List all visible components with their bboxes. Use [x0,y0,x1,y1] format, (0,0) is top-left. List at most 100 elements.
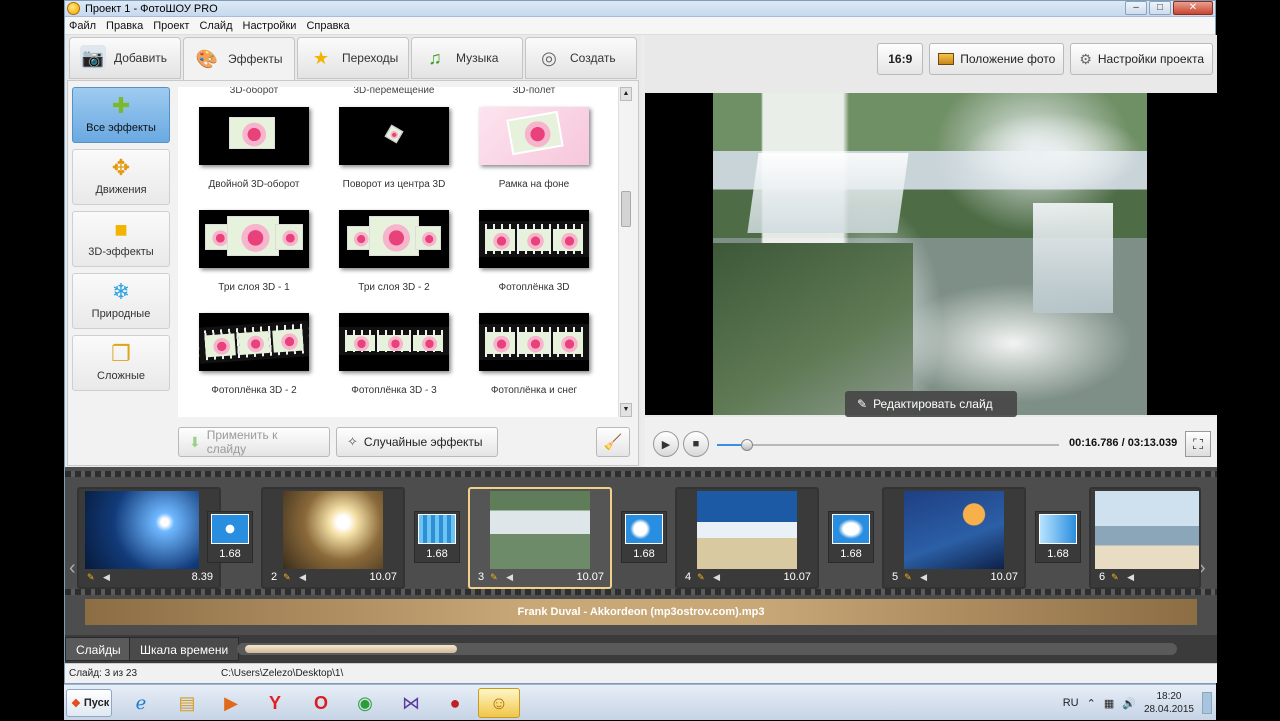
volume-icon[interactable]: 🔊 [1122,697,1136,710]
chevron-left-icon[interactable]: ‹ [69,557,76,580]
speaker-icon[interactable]: ◀ [299,572,309,582]
category-complex[interactable]: ❐ Сложные [72,335,170,391]
random-effects-button[interactable]: ✧ Случайные эффекты [336,427,498,457]
fullscreen-icon: ⛶ [1193,436,1203,452]
preview-toolbar: 16:9 Положение фото ⚙ Настройки проекта [877,43,1213,75]
speaker-icon[interactable]: ◀ [103,572,113,582]
yandex-browser-icon[interactable]: Y [254,688,296,718]
speaker-icon[interactable]: ◀ [920,572,930,582]
playback-knob[interactable] [740,439,753,451]
speaker-icon[interactable]: ◀ [506,572,516,582]
media-player-icon[interactable]: ▶ [210,688,252,718]
photo-position-button[interactable]: Положение фото [929,43,1065,75]
pencil-icon[interactable]: ✎ [87,572,97,582]
transition-thumb[interactable]: 1.68 [207,511,253,563]
menu-help[interactable]: Справка [306,20,349,32]
slide-thumb[interactable]: 2 ✎ ◀ 10.07 [261,487,405,589]
play-button[interactable]: ▶ [653,431,679,457]
scroll-up-icon[interactable]: ▲ [620,87,632,101]
slide-thumb[interactable]: 4 ✎ ◀ 10.07 [675,487,819,589]
maximize-button[interactable]: □ [1149,1,1171,15]
scroll-down-icon[interactable]: ▼ [620,403,632,417]
audio-track[interactable]: Frank Duval - Akkordeon (mp3ostrov.com).… [85,599,1197,625]
slide-thumb[interactable]: 5 ✎ ◀ 10.07 [882,487,1026,589]
language-indicator[interactable]: RU [1063,697,1079,709]
transition-thumb[interactable]: 1.68 [414,511,460,563]
effect-item[interactable]: Фотоплёнка и снег [464,313,604,413]
transition-thumb[interactable]: 1.68 [621,511,667,563]
tab-transitions[interactable]: ★ Переходы [297,37,409,79]
category-3d-effects[interactable]: ■ 3D-эффекты [72,211,170,267]
visual-studio-icon[interactable]: ⋈ [390,688,432,718]
minimize-button[interactable]: – [1125,1,1147,15]
file-explorer-icon[interactable]: ▤ [166,688,208,718]
effect-item[interactable]: Двойной 3D-оборот [184,107,324,207]
close-button[interactable]: ✕ [1173,1,1213,15]
speaker-icon[interactable]: ◀ [1127,572,1137,582]
speaker-icon[interactable]: ◀ [713,572,723,582]
playback-progress[interactable] [717,444,1059,446]
chrome-icon[interactable]: ◉ [344,688,386,718]
tab-slides[interactable]: Слайды [65,637,132,661]
recorder-icon[interactable]: ● [434,688,476,718]
clear-effects-button[interactable]: 🧹 [596,427,630,457]
tab-effects[interactable]: 🎨 Эффекты [183,37,295,81]
play-icon: ▶ [661,438,671,451]
transition-thumb[interactable]: 1.68 [828,511,874,563]
scroll-thumb[interactable] [245,645,457,653]
menu-project[interactable]: Проект [153,20,189,32]
puzzle-icon: ✚ [111,93,131,118]
tab-add[interactable]: 📷 Добавить [69,37,181,79]
tab-create[interactable]: ◎ Создать [525,37,637,79]
menu-file[interactable]: Файл [69,20,96,32]
effect-label-cutoff: 3D-оборот [229,87,279,96]
effect-item[interactable]: Фотоплёнка 3D - 3 [324,313,464,413]
menu-slide[interactable]: Слайд [199,20,232,32]
apply-label: Применить к слайду [206,428,278,456]
clock[interactable]: 18:20 28.04.2015 [1144,690,1194,716]
effect-item[interactable]: Фотоплёнка 3D - 2 [184,313,324,413]
slide-thumb[interactable]: 6 ✎ ◀ [1089,487,1201,589]
tray-expand-icon[interactable]: ⌃ [1087,697,1096,710]
category-label: 3D-эффекты [88,246,154,258]
effect-thumbnail [199,313,309,371]
effect-item[interactable]: Поворот из центра 3D [324,107,464,207]
layers-icon: ❐ [111,341,131,366]
effect-item[interactable]: Фотоплёнка 3D [464,210,604,310]
effect-item[interactable]: Три слоя 3D - 1 [184,210,324,310]
pencil-icon[interactable]: ✎ [490,572,500,582]
aspect-ratio-button[interactable]: 16:9 [877,43,924,75]
apply-to-slide-button[interactable]: ⬇ Применить к слайду [178,427,330,457]
scroll-thumb[interactable] [621,191,631,227]
fullscreen-button[interactable]: ⛶ [1185,431,1211,457]
internet-explorer-icon[interactable]: ℯ [120,688,162,718]
opera-icon[interactable]: O [300,688,342,718]
category-nature[interactable]: ❄ Природные [72,273,170,329]
effect-label: Фотоплёнка 3D - 3 [351,385,437,396]
category-all-effects[interactable]: ✚ Все эффекты [72,87,170,143]
transition-thumb[interactable]: 1.68 [1035,511,1081,563]
edit-slide-button[interactable]: ✎ Редактировать слайд [845,391,1017,417]
pencil-icon[interactable]: ✎ [1111,572,1121,582]
pencil-icon[interactable]: ✎ [283,572,293,582]
pencil-icon[interactable]: ✎ [697,572,707,582]
project-settings-button[interactable]: ⚙ Настройки проекта [1070,43,1213,75]
effects-scrollbar[interactable]: ▲ ▼ [618,87,632,417]
slide-thumb[interactable]: ✎ ◀ 8.39 [77,487,221,589]
pencil-icon[interactable]: ✎ [904,572,914,582]
tab-music[interactable]: ♫ Музыка [411,37,523,79]
gear-icon: ⚙ [1079,50,1092,67]
stop-button[interactable]: ■ [683,431,709,457]
effect-item[interactable]: Три слоя 3D - 2 [324,210,464,310]
show-desktop-icon[interactable] [1202,692,1212,714]
tab-timeline[interactable]: Шкала времени [129,637,240,661]
network-icon[interactable]: ▦ [1104,697,1114,710]
filmstrip-scrollbar[interactable] [237,643,1177,655]
category-motions[interactable]: ✥ Движения [72,149,170,205]
start-button[interactable]: ❖ Пуск [66,689,112,717]
menu-settings[interactable]: Настройки [243,20,297,32]
effect-item[interactable]: Рамка на фоне [464,107,604,207]
menu-edit[interactable]: Правка [106,20,143,32]
fotoshow-taskbar-icon[interactable]: ☺ [478,688,520,718]
slide-thumb-selected[interactable]: 3 ✎ ◀ 10.07 [468,487,612,589]
